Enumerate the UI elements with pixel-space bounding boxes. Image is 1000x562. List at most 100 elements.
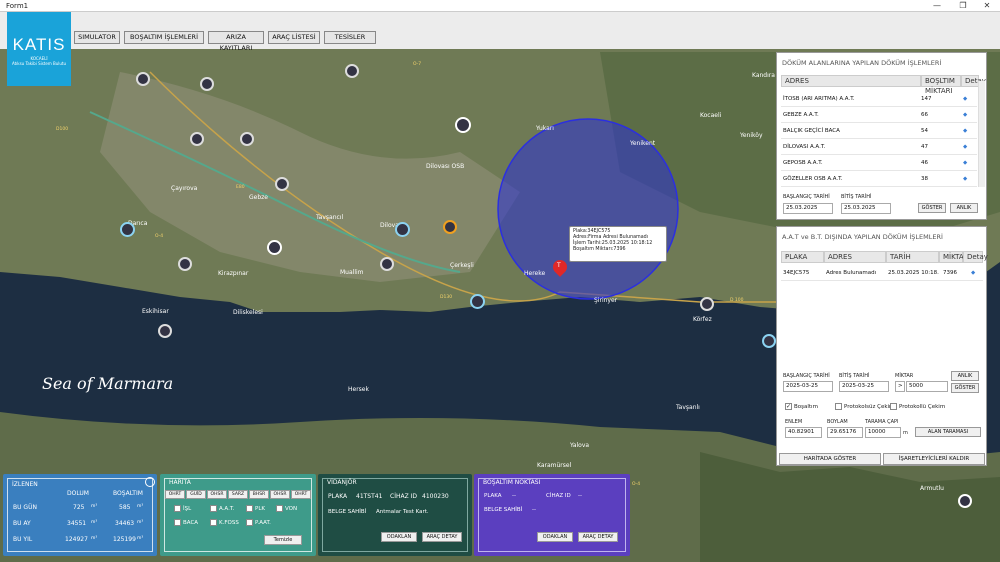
check-protokollu[interactable]: Protokollü Çekim — [890, 403, 945, 410]
logo-subtext: KOCAELİ Atıksu Takibi Sistem Bulutu — [11, 56, 67, 66]
harita-check[interactable]: P.AAT. — [246, 519, 271, 526]
harita-tab[interactable]: GUİD — [186, 490, 206, 499]
vehicle-pin-icon[interactable] — [190, 132, 204, 146]
nav-bosaltim-button[interactable]: BOŞALTIM İŞLEMLERİ — [124, 31, 204, 44]
detail-icon[interactable]: ◆ — [963, 171, 967, 187]
nav-simulator-button[interactable]: SIMULATOR — [74, 31, 120, 44]
checkbox-icon[interactable]: ✓ — [276, 505, 283, 512]
checkbox-icon[interactable] — [210, 519, 217, 526]
detail-icon[interactable]: ◆ — [963, 155, 967, 171]
vehicle-pin-icon[interactable] — [958, 494, 972, 508]
checkbox-icon[interactable] — [174, 505, 181, 512]
dump-scrollbar[interactable] — [978, 81, 985, 187]
clear-markers-button[interactable]: İŞARETLEYİCİLERİ KALDIR — [883, 453, 985, 465]
aat-amount-select[interactable]: 5000 — [906, 381, 948, 392]
detail-icon[interactable]: ◆ — [971, 265, 975, 281]
harita-check[interactable]: PLK — [246, 505, 265, 512]
vehicle-pin-icon[interactable] — [240, 132, 254, 146]
vidanjor-detail-button[interactable]: ARAÇ DETAY — [422, 532, 462, 542]
nav-ariza-button[interactable]: ARIZA KAYITLARI — [208, 31, 264, 52]
table-row[interactable]: BALÇIK GEÇİCİ BACA 54 ◆ — [781, 123, 977, 139]
vehicle-pin-icon[interactable] — [455, 117, 471, 133]
nav-tesisler-button[interactable]: TESİSLER — [324, 31, 376, 44]
table-row[interactable]: 34EJC575 Adres Bulunamadı 25.03.2025 10:… — [781, 265, 983, 281]
maximize-icon[interactable]: ❐ — [950, 0, 976, 12]
harita-tab[interactable]: OHRT — [291, 490, 311, 499]
detail-icon[interactable]: ◆ — [963, 91, 967, 107]
dump-end-date[interactable]: 25.03.2025 — [841, 203, 891, 214]
aat-start-date[interactable]: 2025-03-25 — [783, 381, 833, 392]
vehicle-pin-icon[interactable] — [380, 257, 394, 271]
aat-end-date[interactable]: 2025-03-25 — [839, 381, 889, 392]
bosaltim-focus-button[interactable]: ODAKLAN — [537, 532, 573, 542]
harita-tab[interactable]: OHRT — [165, 490, 185, 499]
lon-input[interactable]: 29.65176 — [827, 427, 863, 438]
vehicle-pin-icon[interactable] — [120, 222, 135, 237]
lat-input[interactable]: 40.82901 — [785, 427, 822, 438]
vehicle-pin-icon[interactable] — [700, 297, 714, 311]
row-amount: 54 — [921, 128, 928, 134]
checkbox-icon[interactable]: ✓ — [210, 505, 217, 512]
vehicle-pin-icon[interactable] — [395, 222, 410, 237]
road-label: O-4 — [632, 482, 641, 487]
close-icon[interactable]: ✕ — [974, 0, 1000, 12]
harita-check[interactable]: İŞL — [174, 505, 191, 512]
map-place-label: Yukarı — [536, 125, 554, 132]
harita-check[interactable]: BACA — [174, 519, 198, 526]
table-row[interactable]: DİLOVASI A.A.T. 47 ◆ — [781, 139, 977, 155]
vidanjor-focus-button[interactable]: ODAKLAN — [381, 532, 417, 542]
minimize-icon[interactable]: — — [924, 0, 950, 12]
aat-operator-select[interactable]: > — [895, 381, 905, 392]
checkbox-icon[interactable]: ✓ — [785, 403, 792, 410]
vehicle-pin-icon[interactable] — [762, 334, 776, 348]
checkbox-icon[interactable] — [835, 403, 842, 410]
dump-show-button[interactable]: GÖSTER — [918, 203, 946, 213]
dump-now-button[interactable]: ANLIK — [950, 203, 978, 213]
harita-check[interactable]: K.FOSS — [210, 519, 239, 526]
dump-start-date[interactable]: 25.03.2025 — [783, 203, 833, 214]
show-on-map-button[interactable]: HARİTADA GÖSTER — [779, 453, 881, 465]
detail-icon[interactable]: ◆ — [963, 139, 967, 155]
check-protokolsuz[interactable]: Protokolsüz Çekim — [835, 403, 894, 410]
table-row[interactable]: GEPOSB A.A.T. 46 ◆ — [781, 155, 977, 171]
harita-tab[interactable]: OHSR — [270, 490, 290, 499]
radius-input[interactable]: 10000 — [865, 427, 901, 438]
harita-clear-button[interactable]: Temizle — [264, 535, 302, 545]
detail-icon[interactable]: ◆ — [963, 123, 967, 139]
detail-icon[interactable]: ◆ — [963, 107, 967, 123]
vehicle-pin-icon[interactable] — [275, 177, 289, 191]
refresh-icon[interactable] — [145, 477, 155, 487]
map-place-label: Yeniköy — [740, 132, 763, 139]
vehicle-pin-icon[interactable] — [470, 294, 485, 309]
vehicle-pin-icon[interactable] — [158, 324, 172, 338]
vehicle-pin-icon[interactable] — [345, 64, 359, 78]
harita-check[interactable]: ✓ VON — [276, 505, 297, 512]
harita-tab[interactable]: OHSR — [207, 490, 227, 499]
vehicle-pin-icon[interactable] — [200, 77, 214, 91]
vehicle-pin-icon[interactable] — [136, 72, 150, 86]
vehicle-pin-icon[interactable] — [267, 240, 282, 255]
tooltip-line: Boşaltım Miktarı:7396 — [573, 247, 626, 252]
aat-show-button[interactable]: GÖSTER — [951, 383, 979, 393]
check-bosaltim[interactable]: ✓ Boşaltım — [785, 403, 818, 410]
checkbox-icon[interactable] — [246, 519, 253, 526]
checkbox-icon[interactable] — [174, 519, 181, 526]
area-scan-button[interactable]: ALAN TARAMASI — [915, 427, 981, 437]
aat-now-button[interactable]: ANLIK — [951, 371, 979, 381]
bosaltim-detail-button[interactable]: ARAÇ DETAY — [578, 532, 618, 542]
check-label: PLK — [255, 506, 265, 512]
vehicle-pin-icon[interactable] — [178, 257, 192, 271]
harita-check[interactable]: ✓ A.A.T. — [210, 505, 234, 512]
harita-tab[interactable]: BHSR — [249, 490, 269, 499]
nav-arac-listesi-button[interactable]: ARAÇ LİSTESİ — [268, 31, 320, 44]
checkbox-icon[interactable] — [890, 403, 897, 410]
table-row[interactable]: İTOSB (ARI ARITMA) A.A.T. 147 ◆ — [781, 91, 977, 107]
bosaltim-cihaz: -- — [578, 493, 582, 499]
map-sea-label: Sea of Marmara — [42, 374, 174, 393]
table-row[interactable]: GEBZE A.A.T. 66 ◆ — [781, 107, 977, 123]
checkbox-icon[interactable] — [246, 505, 253, 512]
harita-tab[interactable]: SARZ — [228, 490, 248, 499]
map-place-label: Hereke — [524, 270, 546, 277]
table-row[interactable]: GÖZELLER OSB A.A.T. 38 ◆ — [781, 171, 977, 187]
vehicle-pin-icon[interactable] — [443, 220, 457, 234]
